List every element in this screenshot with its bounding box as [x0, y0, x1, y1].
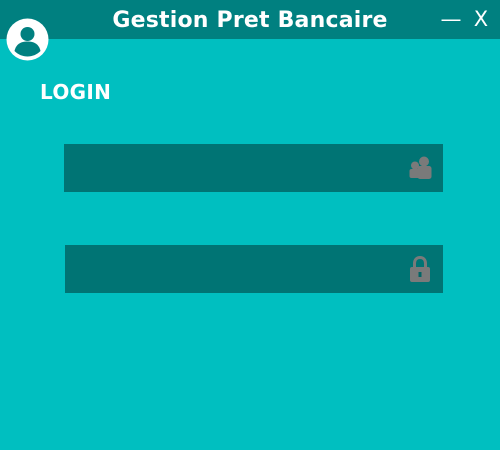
password-input[interactable] [65, 245, 395, 293]
user-icon [407, 154, 433, 182]
close-button[interactable]: X [469, 4, 493, 34]
password-field-container [65, 245, 443, 293]
avatar-icon-graphic [6, 18, 49, 61]
login-heading: LOGIN [40, 80, 112, 104]
window-title: Gestion Pret Bancaire [112, 8, 388, 33]
username-input[interactable] [64, 144, 394, 192]
lock-icon [407, 255, 433, 283]
minimize-button[interactable]: — [439, 4, 463, 34]
login-window: Gestion Pret Bancaire — X LOGIN [0, 0, 500, 450]
title-bar[interactable]: Gestion Pret Bancaire — X [0, 0, 500, 39]
username-field-container [64, 144, 443, 192]
avatar-icon [6, 18, 49, 61]
